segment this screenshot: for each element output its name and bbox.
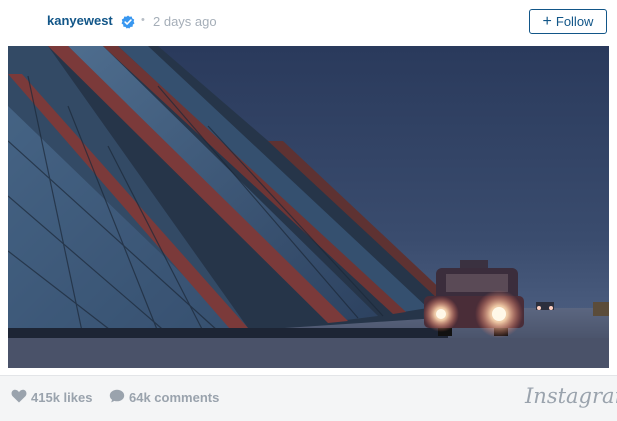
post-footer: 415k likes 64k comments Instagram [0,375,617,421]
follow-button[interactable]: + Follow [529,9,607,34]
likes-count[interactable]: 415k likes [31,390,92,405]
plus-icon: + [542,12,552,30]
post-timestamp[interactable]: 2 days ago [153,14,217,29]
post-photo[interactable] [8,46,609,368]
heart-icon[interactable] [11,389,27,403]
speech-bubble-icon[interactable] [109,389,125,403]
post-photo-image [8,46,609,368]
comments-count[interactable]: 64k comments [129,390,219,405]
separator-dot: • [141,14,145,26]
instagram-logo[interactable]: Instagram [525,384,617,408]
follow-label: Follow [555,14,594,29]
username-link[interactable]: kanyewest [47,13,113,28]
verified-badge-icon [121,15,135,29]
post-header: kanyewest • 2 days ago + Follow [0,0,617,45]
